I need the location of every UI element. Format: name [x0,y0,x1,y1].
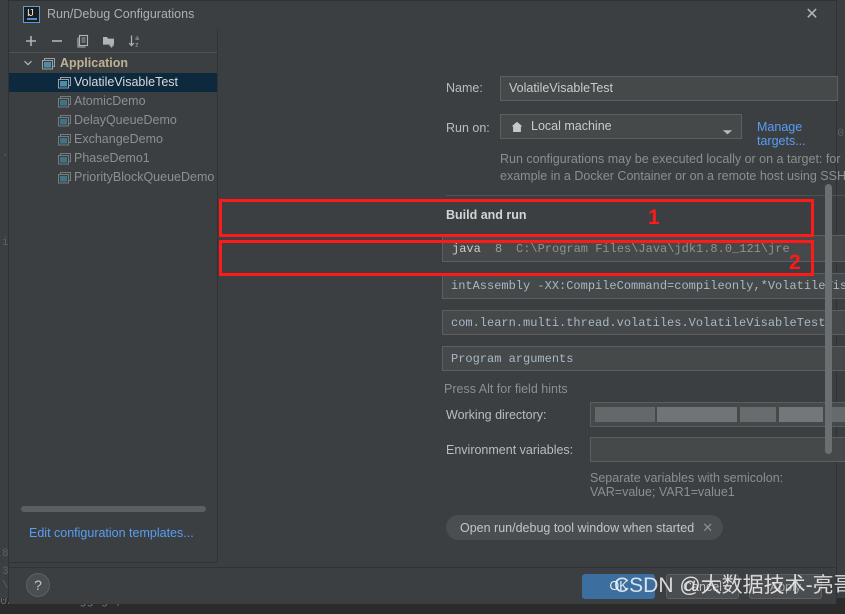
sidebar-item-volatilevisabletest[interactable]: VolatileVisableTest [9,73,217,92]
name-label: Name: [446,81,483,95]
sidebar-item-delayqueuedemo[interactable]: DelayQueueDemo [9,111,217,130]
dialog-titlebar: IJ Run/Debug Configurations ✕ [9,1,836,29]
cancel-button[interactable]: Cancel [666,574,739,599]
jdk-path: C:\Program Files\Java\jdk1.8.0_121\jre [516,242,790,256]
working-directory-input[interactable] [590,402,845,427]
run-on-dropdown[interactable]: Local machine [500,114,742,139]
environment-variables-label: Environment variables: [446,443,574,457]
apply-button[interactable]: Apply [749,574,822,599]
tree-item-label: DelayQueueDemo [74,113,177,127]
edit-configuration-templates-link[interactable]: Edit configuration templates... [29,526,194,540]
close-icon[interactable]: ✕ [802,5,822,25]
application-icon [58,133,71,146]
close-icon[interactable]: ✕ [702,520,713,536]
sidebar-toolbar: a z [9,29,217,53]
sidebar-horizontal-scrollbar[interactable] [21,506,206,512]
sidebar-item-priorityblockqueuedemo[interactable]: PriorityBlockQueueDemo [9,168,217,187]
dialog-title: Run/Debug Configurations [47,7,195,21]
working-directory-redacted-value [595,407,845,422]
main-class-input[interactable]: com.learn.multi.thread.volatiles.Volatil… [442,310,845,335]
application-icon [58,76,71,89]
configuration-form: Name: VolatileVisableTest Store as proje… [218,29,845,562]
run-on-value: Local machine [531,119,612,133]
working-directory-label: Working directory: [446,408,547,422]
run-on-label: Run on: [446,121,490,135]
copy-icon[interactable] [74,32,92,50]
tree-item-label: AtomicDemo [74,94,146,108]
application-icon [58,171,71,184]
chevron-down-icon[interactable] [23,54,33,73]
tree-item-label: PriorityBlockQueueDemo [74,170,215,184]
run-on-hint-line-2: example in a Docker Container or on a re… [500,169,845,183]
sidebar-item-phasedemo1[interactable]: PhaseDemo1 [9,149,217,168]
environment-variables-input[interactable] [590,437,845,462]
sidebar-bottom-divider [9,562,217,563]
field-hints-text: Press Alt for field hints [444,382,568,396]
tree-group-application[interactable]: Application [9,54,217,73]
configurations-sidebar: a z Application VolatileVisableTest Atom… [9,29,218,563]
application-icon [58,95,71,108]
name-input-value: VolatileVisableTest [509,81,614,95]
manage-targets-link[interactable]: Manage targets... [757,120,836,148]
dialog-footer: ? OK Cancel Apply [9,567,836,604]
application-icon [58,114,71,127]
application-icon [42,57,55,70]
build-and-run-header: Build and run [446,208,527,222]
vm-options-value: intAssembly -XX:CompileCommand=compileon… [451,279,845,293]
chevron-down-icon[interactable] [722,125,733,139]
tree-item-label: PhaseDemo1 [74,151,150,165]
jdk-version: 8 [495,242,503,256]
program-arguments-input[interactable]: Program arguments [442,346,845,371]
open-run-debug-tool-window-chip[interactable]: Open run/debug tool window when started … [446,515,724,540]
dialog-body: a z Application VolatileVisableTest Atom… [9,29,845,563]
program-arguments-placeholder: Program arguments [451,352,574,366]
jdk-runtime-name: java [452,242,481,256]
remove-configuration-button[interactable] [48,32,66,50]
section-divider [446,195,845,196]
gutter-mark: 0 [837,128,844,140]
svg-text:z: z [135,42,138,49]
application-icon [58,152,71,165]
help-button[interactable]: ? [26,573,50,597]
new-folder-icon[interactable] [100,32,118,50]
main-class-value: com.learn.multi.thread.volatiles.Volatil… [451,316,826,330]
ok-button[interactable]: OK [582,574,655,599]
jdk-dropdown[interactable]: java 8 C:\Program Files\Java\jdk1.8.0_12… [442,235,845,262]
configurations-tree: Application VolatileVisableTest AtomicDe… [9,54,217,187]
chip-label: Open run/debug tool window when started [460,520,695,535]
tree-group-label: Application [60,56,129,70]
add-configuration-button[interactable] [22,32,40,50]
name-input[interactable]: VolatileVisableTest [500,76,838,101]
tree-item-label: VolatileVisableTest [74,75,179,89]
sidebar-item-atomicdemo[interactable]: AtomicDemo [9,92,217,111]
intellij-idea-icon: IJ [23,6,40,23]
run-debug-configurations-dialog: IJ Run/Debug Configurations ✕ a z Applic… [8,0,845,604]
run-on-hint: Run configurations may be executed local… [500,151,845,185]
tree-item-label: ExchangeDemo [74,132,163,146]
content-vertical-scrollbar[interactable] [825,184,832,454]
sort-alphabetically-icon[interactable]: a z [126,32,144,50]
run-on-hint-line-1: Run configurations may be executed local… [500,152,841,166]
home-icon [510,120,524,134]
vm-options-input[interactable]: intAssembly -XX:CompileCommand=compileon… [442,273,845,299]
environment-variables-hint: Separate variables with semicolon: VAR=v… [590,471,784,499]
sidebar-item-exchangedemo[interactable]: ExchangeDemo [9,130,217,149]
